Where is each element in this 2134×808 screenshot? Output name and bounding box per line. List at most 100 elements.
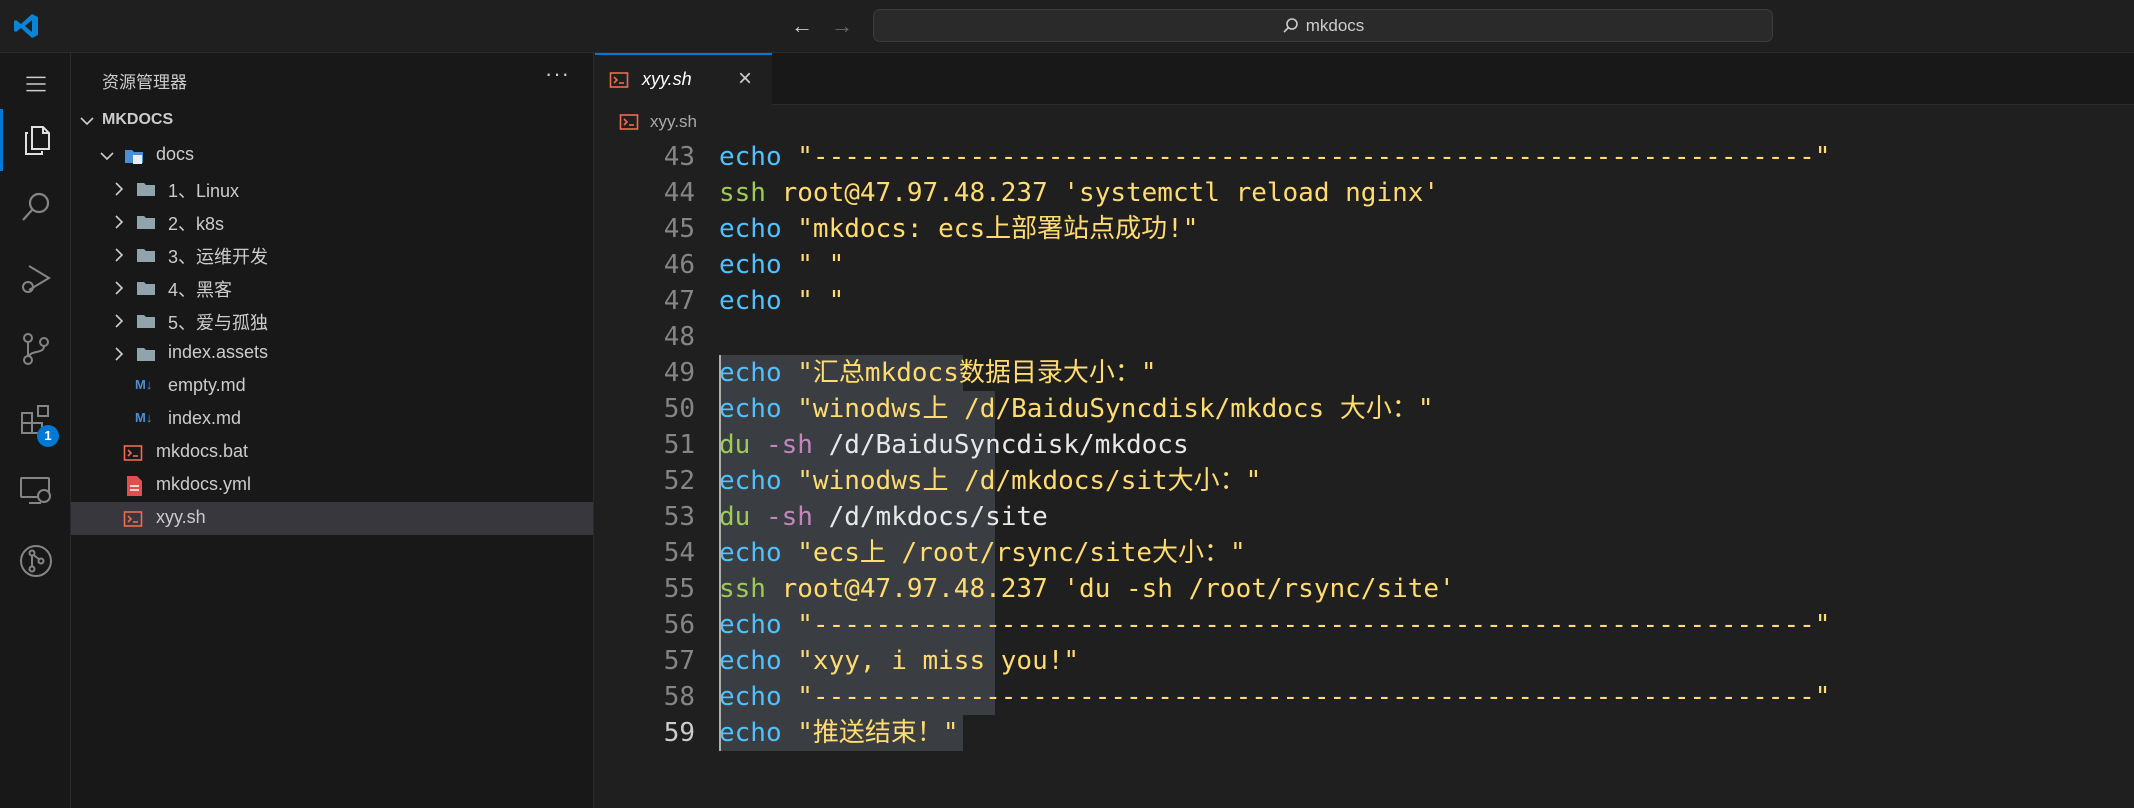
code-token: echo: [719, 538, 782, 568]
line-number: 43: [663, 142, 695, 172]
menu-icon[interactable]: [0, 53, 71, 115]
extensions-badge: 1: [37, 425, 59, 447]
command-center-search[interactable]: mkdocs: [873, 9, 1773, 42]
search-icon[interactable]: [0, 177, 71, 239]
line-number: 55: [663, 574, 695, 604]
forward-arrow-icon[interactable]: →: [829, 13, 855, 39]
line-number: 44: [663, 178, 695, 208]
text-cursor: [719, 355, 721, 751]
code-token: ssh: [719, 574, 766, 604]
tree-item-file[interactable]: M↓ index.md: [71, 403, 593, 436]
tree-item-label: mkdocs.bat: [156, 441, 249, 461]
code-token: echo: [719, 394, 782, 424]
code-token: echo: [719, 718, 782, 748]
folder-icon: [137, 216, 155, 229]
explorer-sidebar: 资源管理器 ··· MKDOCS docs 1、Linux 2、k8s 3、运维…: [71, 53, 594, 808]
tree-item-label: 2、k8s: [168, 214, 225, 234]
tree-item-folder[interactable]: index.assets: [71, 337, 593, 370]
code-line[interactable]: echo "推送结束！": [719, 715, 959, 751]
tree-item-folder[interactable]: 5、爱与孤独: [71, 304, 593, 337]
code-token: echo: [719, 610, 782, 640]
tree-item-label: 1、Linux: [168, 181, 240, 201]
markdown-icon: M↓: [135, 377, 153, 392]
code-token: echo: [719, 358, 782, 388]
code-line[interactable]: echo " ": [719, 283, 844, 319]
code-token: "汇总mkdocs数据目录大小：": [781, 358, 1157, 388]
git-graph-icon[interactable]: [0, 530, 71, 592]
line-number: 58: [663, 682, 695, 712]
code-editor[interactable]: 43 echo "--------------------------------…: [595, 139, 2134, 808]
tree-item-label: empty.md: [168, 375, 246, 395]
tree-item-file[interactable]: M↓ empty.md: [71, 370, 593, 403]
more-actions-icon[interactable]: ···: [545, 61, 570, 87]
code-line[interactable]: du -sh /d/BaiduSyncdisk/mkdocs: [719, 427, 1189, 463]
line-number: 50: [663, 394, 695, 424]
tree-item-file[interactable]: mkdocs.yml: [71, 469, 593, 502]
code-line[interactable]: du -sh /d/mkdocs/site: [719, 499, 1048, 535]
code-line[interactable]: echo "xyy, i miss you!": [719, 643, 1079, 679]
tree-item-docs[interactable]: docs: [71, 139, 593, 172]
breadcrumb[interactable]: xyy.sh: [595, 105, 2134, 139]
tree-item-label: 4、黑客: [168, 280, 233, 300]
code-token: root@47.97.48.237 'du -sh /root/rsync/si…: [765, 574, 1455, 604]
code-line[interactable]: echo "----------------------------------…: [719, 139, 1830, 175]
code-line[interactable]: echo "mkdocs: ecs上部署站点成功!": [719, 211, 1198, 247]
search-icon: [1283, 17, 1298, 33]
run-debug-icon[interactable]: [0, 248, 71, 310]
tab-xyy-sh[interactable]: xyy.sh ×: [595, 53, 772, 105]
code-token: echo: [719, 682, 782, 712]
code-line[interactable]: ssh root@47.97.48.237 'du -sh /root/rsyn…: [719, 571, 1455, 607]
chevron-right-icon: [115, 314, 124, 328]
code-token: "xyy, i miss you!": [781, 646, 1080, 676]
line-number: 54: [663, 538, 695, 568]
tree-item-folder[interactable]: 1、Linux: [71, 172, 593, 205]
activity-bar: 1: [0, 53, 71, 808]
code-token: /d/mkdocs/site: [812, 502, 1048, 532]
code-line[interactable]: echo "ecs上 /root/rsync/site大小：": [719, 535, 1246, 571]
chevron-down-icon: [100, 152, 114, 161]
line-number: 48: [663, 322, 695, 352]
line-number: 46: [663, 250, 695, 280]
tree-item-label: 5、爱与孤独: [168, 313, 269, 333]
code-token: echo: [719, 142, 782, 172]
folder-icon: [137, 282, 155, 295]
tree-item-file-selected[interactable]: xyy.sh: [71, 502, 593, 535]
chevron-right-icon: [115, 347, 124, 361]
tree-item-label: index.md: [168, 408, 242, 428]
tree-item-folder[interactable]: 4、黑客: [71, 271, 593, 304]
code-line[interactable]: echo "----------------------------------…: [719, 607, 1830, 643]
tree-item-folder[interactable]: 3、运维开发: [71, 238, 593, 271]
code-line[interactable]: echo " ": [719, 247, 844, 283]
folder-icon: [137, 315, 155, 328]
chevron-right-icon: [115, 281, 124, 295]
code-line[interactable]: echo "----------------------------------…: [719, 679, 1830, 715]
code-token: "---------------------------------------…: [781, 610, 1831, 640]
workspace-section-header[interactable]: MKDOCS: [71, 105, 593, 137]
line-number: 52: [663, 466, 695, 496]
code-token: root@47.97.48.237 'systemctl reload ngin…: [765, 178, 1440, 208]
code-token: du: [719, 430, 751, 460]
vscode-logo-icon[interactable]: [12, 12, 40, 40]
editor-tabs: xyy.sh ×: [595, 53, 2134, 105]
code-token: echo: [719, 214, 782, 244]
code-line[interactable]: ssh root@47.97.48.237 'systemctl reload …: [719, 175, 1439, 211]
close-icon[interactable]: ×: [738, 65, 752, 93]
folder-icon: [137, 348, 155, 361]
code-line[interactable]: echo "汇总mkdocs数据目录大小：": [719, 355, 1157, 391]
workspace-name: MKDOCS: [102, 111, 174, 128]
code-token: echo: [719, 466, 782, 496]
remote-explorer-icon[interactable]: [0, 459, 71, 521]
yaml-file-icon: [127, 476, 142, 496]
chevron-right-icon: [115, 182, 124, 196]
folder-icon: [137, 183, 155, 196]
code-token: "winodws上 /d/BaiduSyncdisk/mkdocs 大小：": [781, 394, 1434, 424]
source-control-icon[interactable]: [0, 318, 71, 380]
back-arrow-icon[interactable]: ←: [789, 13, 815, 39]
explorer-icon[interactable]: [0, 109, 71, 171]
code-line[interactable]: echo "winodws上 /d/mkdocs/sit大小：": [719, 463, 1261, 499]
tree-item-folder[interactable]: 2、k8s: [71, 205, 593, 238]
extensions-icon[interactable]: 1: [0, 389, 71, 451]
tree-item-file[interactable]: mkdocs.bat: [71, 436, 593, 469]
code-line[interactable]: echo "winodws上 /d/BaiduSyncdisk/mkdocs 大…: [719, 391, 1434, 427]
sidebar-title: 资源管理器: [102, 73, 187, 92]
